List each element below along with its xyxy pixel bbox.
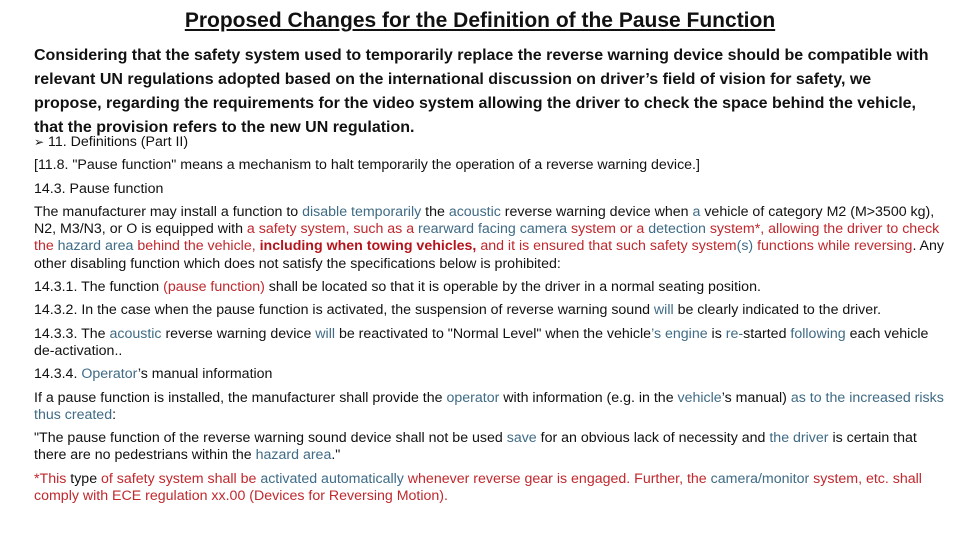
text-run: whenever reverse gear is engaged. Furthe… bbox=[403, 470, 711, 487]
arrow-bullet-icon: ➢ bbox=[34, 135, 45, 149]
paragraph-manual-info: If a pause function is installed, the ma… bbox=[34, 390, 944, 425]
text-run: detection bbox=[648, 221, 706, 238]
text-run: save bbox=[506, 430, 537, 447]
text-run: ’s manual) bbox=[721, 389, 791, 406]
text-run: (pause function) bbox=[163, 279, 265, 296]
document-body: ➢ 11. Definitions (Part II) [11.8. "Paus… bbox=[34, 134, 944, 505]
text-run: activated automatically bbox=[260, 470, 404, 487]
text-run: with information (e.g. in the bbox=[499, 389, 678, 406]
text-run: The manufacturer may install a function … bbox=[34, 203, 303, 220]
text-run: If a pause function is installed, the ma… bbox=[34, 389, 447, 406]
text-run: behind the vehicle, bbox=[133, 238, 260, 255]
emphasis-towing: including when towing vehicles, bbox=[259, 238, 477, 255]
text-run: ’s engine bbox=[651, 325, 708, 342]
paragraph-14-3-3: 14.3.3. The acoustic reverse warning dev… bbox=[34, 326, 944, 361]
text-run: rearward facing camera bbox=[418, 221, 568, 238]
heading-14-3: 14.3. Pause function bbox=[34, 180, 164, 197]
text-run: shall be located so that it is operable … bbox=[264, 279, 761, 296]
paragraph-14-3-2: 14.3.2. In the case when the pause funct… bbox=[34, 302, 944, 319]
text-run: be clearly indicated to the driver. bbox=[673, 302, 882, 319]
text-run: reverse warning device bbox=[161, 325, 316, 342]
text-run: re- bbox=[725, 325, 744, 342]
text-run: system or a bbox=[567, 221, 649, 238]
text-run: the bbox=[421, 203, 449, 220]
paragraph-14-3: The manufacturer may install a function … bbox=[34, 204, 944, 273]
text-run: will bbox=[653, 302, 674, 319]
text-run: for an obvious lack of necessity and bbox=[536, 430, 770, 447]
text-run: reverse warning device when bbox=[500, 203, 693, 220]
page-title: Proposed Changes for the Definition of t… bbox=[184, 9, 776, 32]
text-run: and it is ensured that such safety syste… bbox=[476, 238, 737, 255]
text-run: hazard area bbox=[255, 447, 332, 464]
text-run: "The pause function of the reverse warni… bbox=[34, 430, 507, 447]
text-run: *This bbox=[34, 470, 71, 487]
text-run: the driver bbox=[769, 430, 829, 447]
text-run: acoustic bbox=[109, 325, 162, 342]
text-run: type bbox=[70, 470, 98, 487]
paragraph-14-3-1: 14.3.1. The function (pause function) sh… bbox=[34, 279, 944, 296]
text-run: is bbox=[707, 325, 726, 342]
definition-11-8: [11.8. "Pause function" means a mechanis… bbox=[34, 157, 700, 174]
heading-definitions: ➢ 11. Definitions (Part II) bbox=[34, 134, 189, 150]
text-run: vehicle bbox=[677, 389, 722, 406]
text-run: operator bbox=[446, 389, 500, 406]
text-run: functions while reversing bbox=[753, 238, 913, 255]
text-run: ." bbox=[331, 447, 341, 464]
text-run: disable temporarily bbox=[302, 203, 422, 220]
text-run: : bbox=[112, 406, 117, 423]
paragraph-14-3-4: 14.3.4. Operator’s manual information bbox=[34, 366, 944, 383]
text-run: of safety system shall be bbox=[97, 470, 261, 487]
text-run: following bbox=[790, 325, 846, 342]
text-run: a safety system, such as a bbox=[246, 221, 419, 238]
text-run: acoustic bbox=[448, 203, 501, 220]
text-run: (s) bbox=[736, 238, 754, 255]
text-run: Operator bbox=[81, 366, 138, 383]
text-run: 14.3.4. bbox=[34, 366, 82, 383]
text-run: will bbox=[315, 325, 335, 342]
paragraph-quote: "The pause function of the reverse warni… bbox=[34, 430, 944, 465]
text-run: be reactivated to "Normal Level" when th… bbox=[335, 325, 652, 342]
text-run: 14.3.2. In the case when the pause funct… bbox=[34, 302, 654, 319]
text-run: camera/monitor bbox=[710, 470, 810, 487]
text-run: ’s manual information bbox=[137, 366, 273, 383]
text-run: hazard area bbox=[57, 238, 134, 255]
text-run: 14.3.3. The bbox=[34, 325, 110, 342]
paragraph-footnote: *This type of safety system shall be act… bbox=[34, 471, 944, 506]
text-run: 14.3.1. The function bbox=[34, 279, 164, 296]
text-run: started bbox=[743, 325, 791, 342]
intro-paragraph: Considering that the safety system used … bbox=[34, 47, 929, 136]
